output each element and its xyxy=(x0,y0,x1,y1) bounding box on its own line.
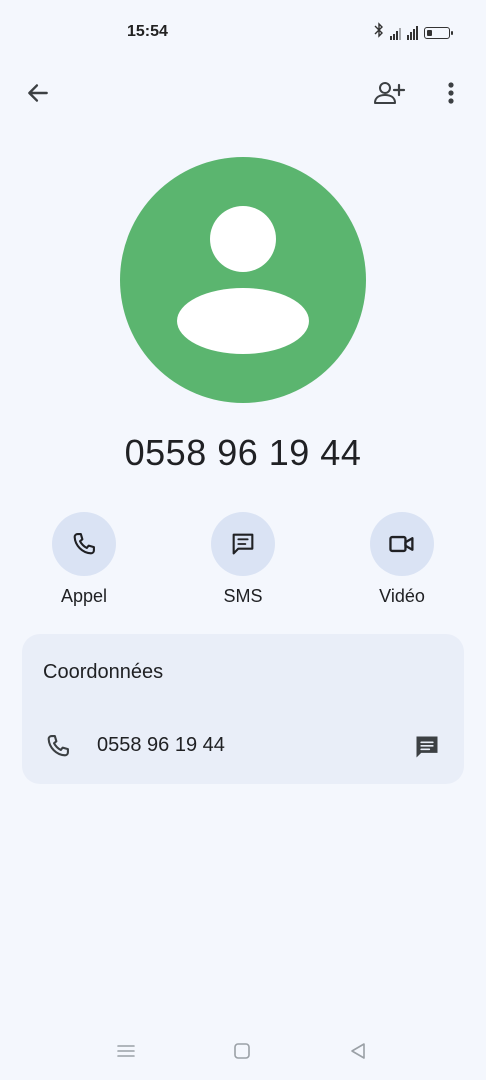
call-action[interactable]: Appel xyxy=(34,512,134,607)
contact-avatar xyxy=(120,157,366,403)
video-label: Vidéo xyxy=(379,586,425,606)
phone-icon xyxy=(44,732,72,765)
recents-button[interactable] xyxy=(111,1038,141,1064)
sms-action-circle[interactable] xyxy=(211,512,275,576)
phone-row[interactable]: 0558 96 19 44 xyxy=(22,724,464,768)
bluetooth-icon xyxy=(374,22,384,43)
message-icon xyxy=(416,736,438,758)
details-title: Coordonnées xyxy=(43,661,164,683)
more-vert-icon xyxy=(448,82,454,104)
call-label: Appel xyxy=(60,586,108,606)
sms-label: SMS xyxy=(223,586,263,606)
system-nav-bar xyxy=(0,1030,486,1070)
status-time: 15:54 xyxy=(127,23,168,40)
home-icon xyxy=(234,1043,250,1059)
signal-icon xyxy=(390,26,401,40)
wifi-icon xyxy=(407,25,418,40)
message-icon xyxy=(232,533,254,555)
send-sms-button[interactable] xyxy=(410,730,444,764)
home-button[interactable] xyxy=(227,1038,257,1064)
quick-actions: Appel SMS Vidéo xyxy=(0,512,486,622)
sms-action[interactable]: SMS xyxy=(193,512,293,607)
contact-details-card: Coordonnées 0558 96 19 44 xyxy=(22,634,464,784)
back-arrow-icon xyxy=(28,84,48,102)
videocam-icon xyxy=(389,535,414,553)
add-contact-button[interactable] xyxy=(366,70,412,116)
phone-icon xyxy=(73,533,95,555)
contact-name: 0558 96 19 44 xyxy=(124,432,362,473)
back-icon xyxy=(351,1043,365,1059)
add-contact-icon xyxy=(374,82,406,104)
call-action-circle[interactable] xyxy=(52,512,116,576)
phone-number[interactable]: 0558 96 19 44 xyxy=(97,734,225,757)
more-options-button[interactable] xyxy=(434,70,468,116)
video-action-circle[interactable] xyxy=(370,512,434,576)
status-icons xyxy=(374,22,453,43)
status-bar: 15:54 xyxy=(0,0,486,64)
video-action[interactable]: Vidéo xyxy=(352,512,452,607)
system-back-button[interactable] xyxy=(343,1038,373,1064)
person-icon xyxy=(177,206,309,354)
back-button[interactable] xyxy=(18,70,58,116)
battery-icon xyxy=(424,26,453,39)
top-app-bar xyxy=(0,70,486,116)
menu-icon xyxy=(117,1045,135,1057)
